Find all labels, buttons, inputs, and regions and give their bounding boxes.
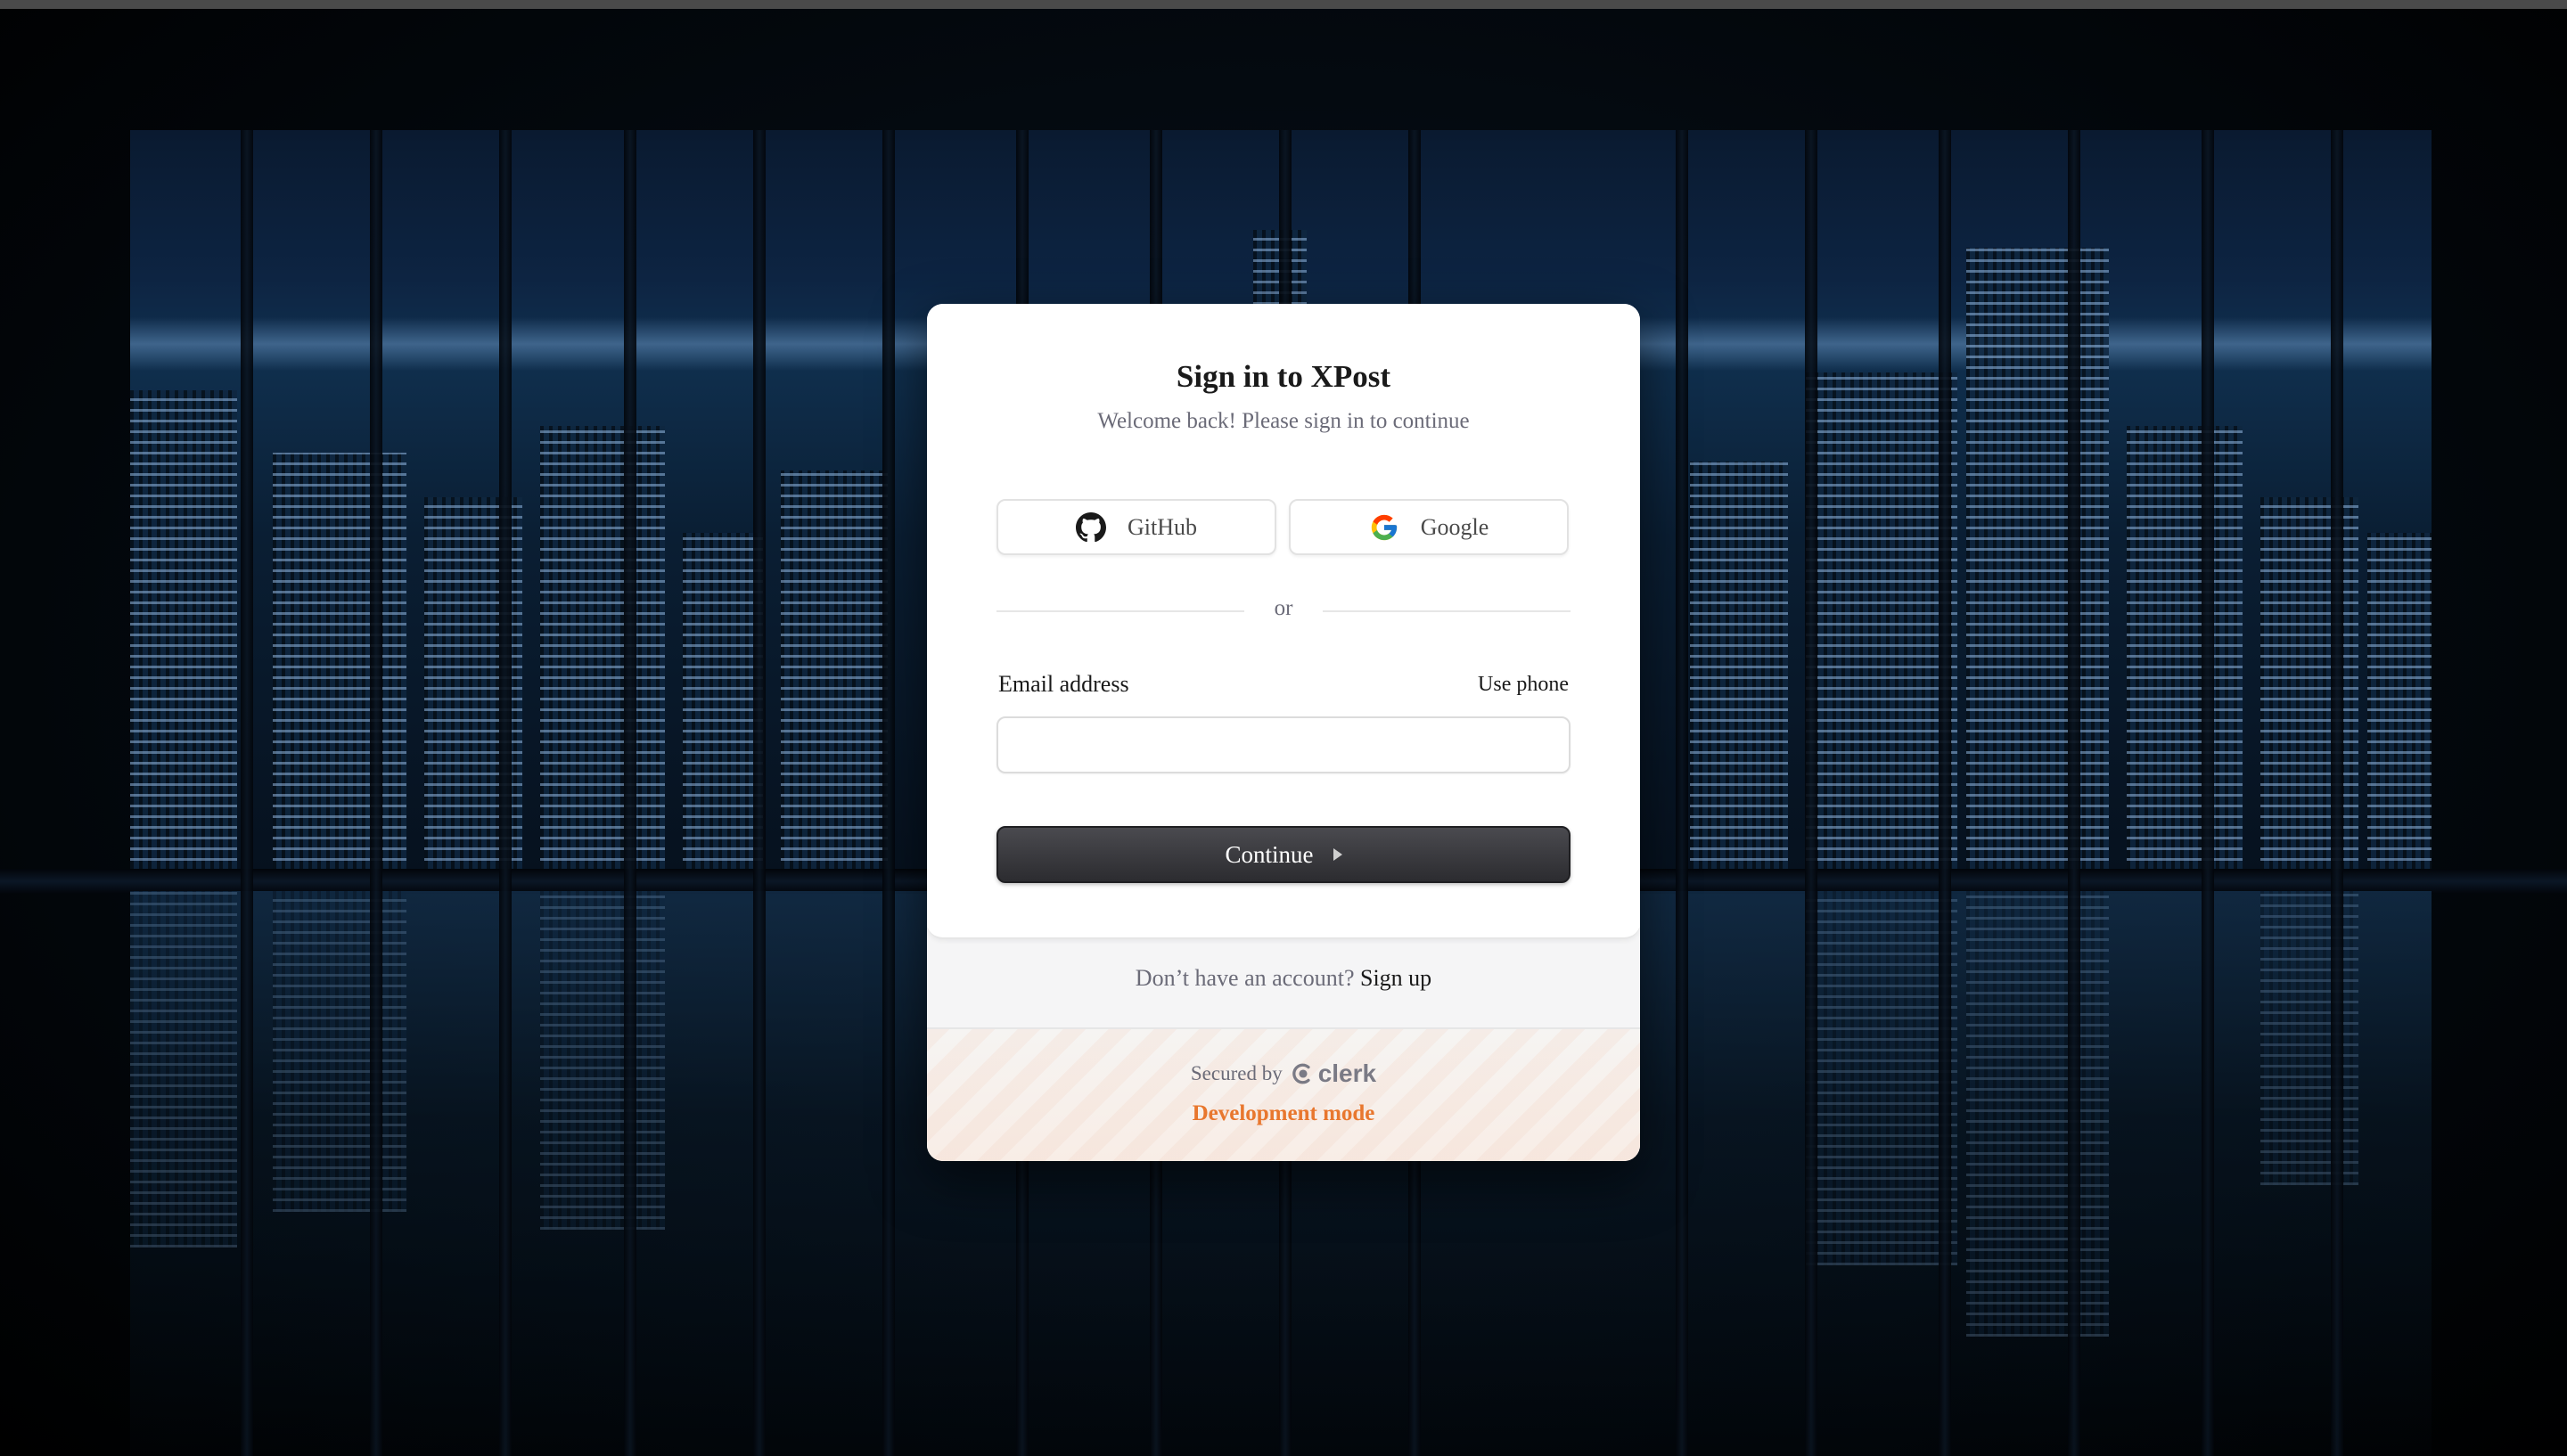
building	[2367, 533, 2432, 871]
github-button-label: GitHub	[1128, 513, 1197, 540]
card-subtitle: Welcome back! Please sign in to continue	[1097, 409, 1470, 433]
building-reflection	[2260, 891, 2358, 1185]
window-mullion	[241, 130, 253, 1456]
continue-button-label: Continue	[1225, 840, 1314, 868]
window-mullion	[1939, 130, 1951, 1456]
window-mullion	[2202, 130, 2214, 1456]
building	[2127, 426, 2243, 871]
secured-by-row: Secured by clerk	[927, 1059, 1640, 1088]
building	[540, 426, 665, 871]
building	[130, 390, 237, 871]
card-title: Sign in to XPost	[1176, 359, 1391, 394]
building-reflection	[540, 891, 665, 1230]
sign-in-form-panel: Sign in to XPost Welcome back! Please si…	[927, 304, 1640, 939]
google-icon	[1369, 512, 1399, 543]
window-mullion	[1805, 130, 1817, 1456]
building	[1690, 462, 1788, 871]
sign-in-card: Sign in to XPost Welcome back! Please si…	[927, 304, 1640, 1161]
window-mullion	[753, 130, 766, 1456]
no-account-text: Don’t have an account?	[1135, 965, 1355, 991]
signup-prompt: Don’t have an account? Sign up	[927, 965, 1640, 992]
sign-up-link[interactable]: Sign up	[1360, 965, 1431, 991]
continue-button[interactable]: Continue	[996, 826, 1571, 883]
divider-line-right	[1323, 610, 1571, 612]
building	[273, 453, 406, 871]
window-mullion	[1676, 130, 1688, 1456]
building	[1806, 372, 1957, 871]
building-reflection	[1806, 891, 1957, 1265]
github-button[interactable]: GitHub	[996, 499, 1276, 555]
building-reflection	[1966, 891, 2109, 1337]
email-input[interactable]	[996, 716, 1571, 773]
window-mullion	[624, 130, 636, 1456]
window-top-bar	[0, 0, 2567, 9]
building-reflection	[130, 891, 237, 1247]
triangle-right-icon	[1333, 848, 1342, 861]
google-button-label: Google	[1420, 513, 1489, 540]
window-mullion	[2331, 130, 2343, 1456]
clerk-icon	[1292, 1063, 1310, 1084]
development-mode-text: Development mode	[1192, 1101, 1375, 1125]
building	[2260, 497, 2358, 871]
email-label: Email address	[998, 671, 1129, 697]
window-mullion	[2068, 130, 2080, 1456]
secured-by-text: Secured by	[1190, 1062, 1283, 1084]
building	[683, 533, 763, 871]
building	[781, 470, 888, 871]
window-mullion	[370, 130, 382, 1456]
clerk-logo[interactable]: clerk	[1292, 1059, 1376, 1088]
building-reflection	[273, 891, 406, 1212]
divider-or-text: or	[1274, 596, 1293, 620]
window-mullion	[882, 130, 895, 1456]
divider-line-left	[996, 610, 1244, 612]
use-phone-link[interactable]: Use phone	[1478, 673, 1569, 697]
google-button[interactable]: Google	[1289, 499, 1569, 555]
window-mullion	[499, 130, 512, 1456]
building	[1966, 248, 2109, 871]
clerk-wordmark: clerk	[1317, 1059, 1377, 1087]
github-icon	[1076, 511, 1106, 543]
development-mode-banner	[927, 1029, 1640, 1161]
